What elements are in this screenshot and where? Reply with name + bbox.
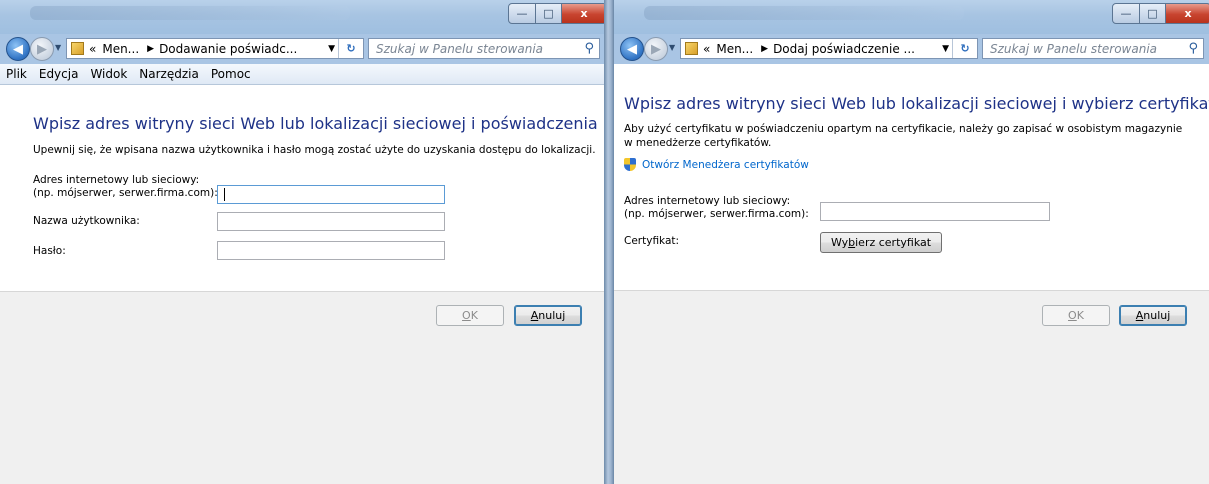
- maximize-button[interactable]: □: [1140, 3, 1166, 24]
- choose-certificate-button[interactable]: Wy b ierz certyfikat: [820, 232, 942, 253]
- search-icon[interactable]: ⚲: [584, 41, 594, 56]
- title-bar-glass: [30, 6, 350, 20]
- address-label: Adres internetowy lub sieciowy: (np. mój…: [33, 174, 218, 200]
- open-certificate-manager-label: Otwórz Menedżera certyfikatów: [642, 158, 809, 171]
- choose-cert-label-post: ierz certyfikat: [855, 236, 932, 249]
- title-bar[interactable]: — □ x: [0, 0, 604, 34]
- address-input[interactable]: [820, 202, 1050, 221]
- navigation-bar: ◀ ▶ ▼ « Men... ▶ Dodaj poświadczenie ...…: [614, 34, 1209, 64]
- cancel-label-rest: nuluj: [538, 309, 566, 322]
- cancel-button[interactable]: Anuluj: [514, 305, 582, 326]
- cancel-button[interactable]: Anuluj: [1119, 305, 1187, 326]
- breadcrumb-item-current[interactable]: Dodaj poświadczenie ...: [773, 42, 915, 56]
- certificate-label: Certyfikat:: [624, 235, 680, 247]
- window-add-credential: — □ x ◀ ▶ ▼ « Men... ▶ Dodawanie poświad…: [0, 0, 604, 484]
- address-label-line1: Adres internetowy lub sieciowy:: [33, 174, 200, 186]
- uac-shield-icon: [624, 158, 636, 171]
- forward-arrow-icon: ▶: [651, 41, 661, 57]
- button-bar: OK Anuluj: [614, 291, 1209, 484]
- breadcrumb-item-current[interactable]: Dodawanie poświadc...: [159, 42, 297, 56]
- forward-arrow-icon: ▶: [37, 41, 47, 57]
- ok-button[interactable]: OK: [436, 305, 504, 326]
- breadcrumb-item[interactable]: Men...: [102, 42, 139, 56]
- open-certificate-manager-link[interactable]: Otwórz Menedżera certyfikatów: [624, 158, 809, 171]
- recent-pages-dropdown[interactable]: ▼: [55, 43, 61, 52]
- ok-mnemonic: O: [1068, 309, 1077, 322]
- refresh-button[interactable]: ↻: [338, 39, 363, 58]
- password-input[interactable]: [217, 241, 445, 260]
- close-button[interactable]: x: [562, 3, 604, 24]
- close-button[interactable]: x: [1166, 3, 1209, 24]
- control-panel-icon: [685, 42, 698, 55]
- address-bar[interactable]: « Men... ▶ Dodawanie poświadc... ▼ ↻: [66, 38, 364, 59]
- ok-mnemonic: O: [462, 309, 471, 322]
- title-bar-glass: [644, 6, 964, 20]
- content-area: Wpisz adres witryny sieci Web lub lokali…: [0, 85, 604, 484]
- back-arrow-icon: ◀: [13, 41, 23, 57]
- minimize-button[interactable]: —: [1112, 3, 1140, 24]
- cancel-label-rest: nuluj: [1143, 309, 1171, 322]
- address-label-line1: Adres internetowy lub sieciowy:: [624, 195, 791, 207]
- breadcrumb-chevron-icon: «: [89, 41, 97, 56]
- address-label-hint: (np. mójserwer, serwer.firma.com):: [33, 187, 218, 199]
- search-icon[interactable]: ⚲: [1188, 41, 1198, 56]
- refresh-icon: ↻: [960, 42, 970, 55]
- back-arrow-icon: ◀: [627, 41, 637, 57]
- page-description: Upewnij się, że wpisana nazwa użytkownik…: [33, 144, 596, 156]
- page-title: Wpisz adres witryny sieci Web lub lokali…: [624, 94, 1209, 113]
- menu-file[interactable]: Plik: [0, 67, 33, 81]
- breadcrumb-chevron-icon: «: [703, 41, 711, 56]
- address-dropdown-icon[interactable]: ▼: [328, 44, 335, 54]
- forward-button[interactable]: ▶: [644, 37, 668, 61]
- menu-help[interactable]: Pomoc: [205, 67, 257, 81]
- search-input[interactable]: Szukaj w Panelu sterowania ⚲: [368, 38, 600, 59]
- username-label: Nazwa użytkownika:: [33, 215, 140, 227]
- ok-label-rest: K: [470, 309, 478, 322]
- title-bar[interactable]: — □ x: [614, 0, 1209, 34]
- recent-pages-dropdown[interactable]: ▼: [669, 43, 675, 52]
- username-input[interactable]: [217, 212, 445, 231]
- button-bar: OK Anuluj: [0, 292, 604, 484]
- search-placeholder: Szukaj w Panelu sterowania: [376, 41, 544, 56]
- search-input[interactable]: Szukaj w Panelu sterowania ⚲: [982, 38, 1204, 59]
- window-controls: — □ x: [1112, 3, 1209, 24]
- address-label-hint: (np. mójserwer, serwer.firma.com):: [624, 208, 809, 220]
- address-label: Adres internetowy lub sieciowy: (np. mój…: [624, 195, 809, 221]
- forward-button[interactable]: ▶: [30, 37, 54, 61]
- breadcrumb-item[interactable]: Men...: [716, 42, 753, 56]
- maximize-button[interactable]: □: [536, 3, 562, 24]
- menu-view[interactable]: Widok: [84, 67, 133, 81]
- choose-cert-mnemonic: b: [848, 236, 856, 249]
- address-dropdown-icon[interactable]: ▼: [942, 44, 949, 54]
- window-add-certificate-credential: — □ x ◀ ▶ ▼ « Men... ▶ Dodaj poświadczen…: [614, 0, 1209, 484]
- window-controls: — □ x: [508, 3, 604, 24]
- choose-cert-label-pre: Wy: [830, 236, 849, 249]
- cancel-mnemonic: A: [1135, 309, 1144, 322]
- window-border: [604, 0, 614, 484]
- navigation-bar: ◀ ▶ ▼ « Men... ▶ Dodawanie poświadc... ▼…: [0, 34, 604, 64]
- address-input[interactable]: [217, 185, 445, 204]
- page-title: Wpisz adres witryny sieci Web lub lokali…: [33, 114, 604, 133]
- refresh-button[interactable]: ↻: [952, 39, 977, 58]
- ok-button[interactable]: OK: [1042, 305, 1110, 326]
- text-caret: [224, 188, 225, 201]
- menu-bar: Plik Edycja Widok Narzędzia Pomoc: [0, 64, 604, 85]
- address-bar[interactable]: « Men... ▶ Dodaj poświadczenie ... ▼ ↻: [680, 38, 978, 59]
- ok-label-rest: K: [1076, 309, 1084, 322]
- back-button[interactable]: ◀: [6, 37, 30, 61]
- cancel-mnemonic: A: [530, 309, 539, 322]
- breadcrumb-arrow-icon[interactable]: ▶: [147, 44, 154, 54]
- password-label: Hasło:: [33, 245, 66, 257]
- menu-tools[interactable]: Narzędzia: [133, 67, 205, 81]
- search-placeholder: Szukaj w Panelu sterowania: [990, 41, 1158, 56]
- page-description: Aby użyć certyfikatu w poświadczeniu opa…: [624, 123, 1183, 149]
- minimize-button[interactable]: —: [508, 3, 536, 24]
- content-area: Wpisz adres witryny sieci Web lub lokali…: [614, 64, 1209, 484]
- control-panel-icon: [71, 42, 84, 55]
- breadcrumb-arrow-icon[interactable]: ▶: [761, 44, 768, 54]
- menu-edit[interactable]: Edycja: [33, 67, 85, 81]
- refresh-icon: ↻: [346, 42, 356, 55]
- back-button[interactable]: ◀: [620, 37, 644, 61]
